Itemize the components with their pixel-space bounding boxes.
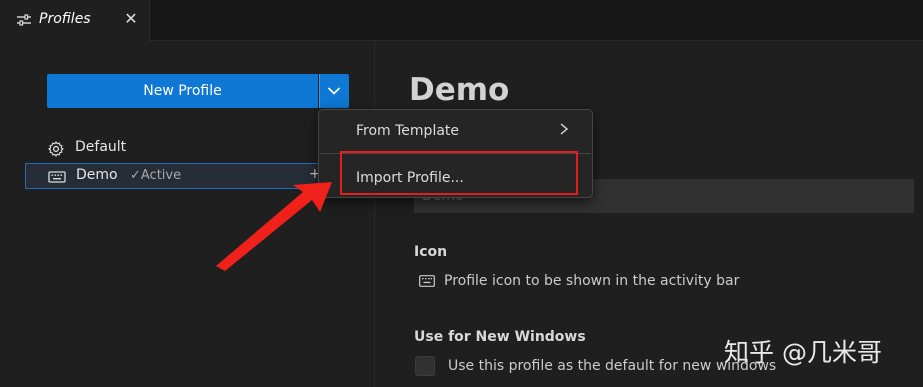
watermark-text: 知乎 @几米哥 bbox=[724, 338, 882, 367]
red-arrow-annotation bbox=[216, 182, 332, 271]
